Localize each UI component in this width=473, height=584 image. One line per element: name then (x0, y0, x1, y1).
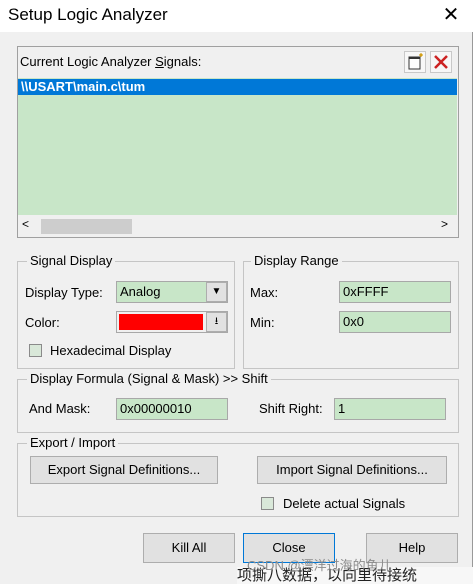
max-label: Max: (250, 285, 279, 300)
scroll-left-icon[interactable]: < (22, 217, 29, 231)
export-signal-definitions-button[interactable]: Export Signal Definitions... (30, 456, 218, 484)
export-import-title: Export / Import (27, 435, 119, 450)
hexadecimal-display-checkbox[interactable] (29, 344, 42, 357)
color-swatch (119, 314, 203, 330)
kill-all-button[interactable]: Kill All (143, 533, 235, 563)
delete-x-icon (434, 55, 448, 69)
window-title: Setup Logic Analyzer (8, 5, 168, 24)
delete-actual-signals-label: Delete actual Signals (283, 496, 406, 511)
close-window-icon[interactable]: ✕ (436, 2, 466, 28)
new-signal-button[interactable] (404, 51, 426, 73)
scroll-right-icon[interactable]: > (441, 217, 448, 231)
signals-label: Current Logic Analyzer Signals: (20, 54, 202, 69)
display-formula-title: Display Formula (Signal & Mask) >> Shift (27, 371, 271, 386)
chevron-down-icon[interactable]: ▼ (206, 282, 227, 302)
shift-right-label: Shift Right: (259, 401, 323, 416)
delete-signal-button[interactable] (430, 51, 452, 73)
min-label: Min: (250, 315, 275, 330)
and-mask-input[interactable]: 0x00000010 (116, 398, 228, 420)
csdn-watermark: CSDN @漂洋过海的鱼儿 (247, 558, 392, 573)
display-type-label: Display Type: (25, 285, 103, 300)
min-input[interactable]: 0x0 (339, 311, 451, 333)
import-signal-definitions-button[interactable]: Import Signal Definitions... (257, 456, 447, 484)
display-range-title: Display Range (251, 253, 342, 268)
delete-actual-signals-checkbox[interactable] (261, 497, 274, 510)
signals-list[interactable] (18, 78, 457, 215)
scrollbar-thumb[interactable] (41, 219, 132, 234)
signal-display-title: Signal Display (27, 253, 116, 268)
color-label: Color: (25, 315, 60, 330)
hexadecimal-display-label: Hexadecimal Display (50, 343, 172, 358)
color-dropdown-icon[interactable]: ⭳ (206, 312, 227, 332)
max-input[interactable]: 0xFFFF (339, 281, 451, 303)
signal-list-item-label: \\USART\main.c\tum (21, 79, 146, 94)
shift-right-input[interactable]: 1 (334, 398, 446, 420)
and-mask-label: And Mask: (29, 401, 91, 416)
new-item-icon (408, 53, 423, 70)
